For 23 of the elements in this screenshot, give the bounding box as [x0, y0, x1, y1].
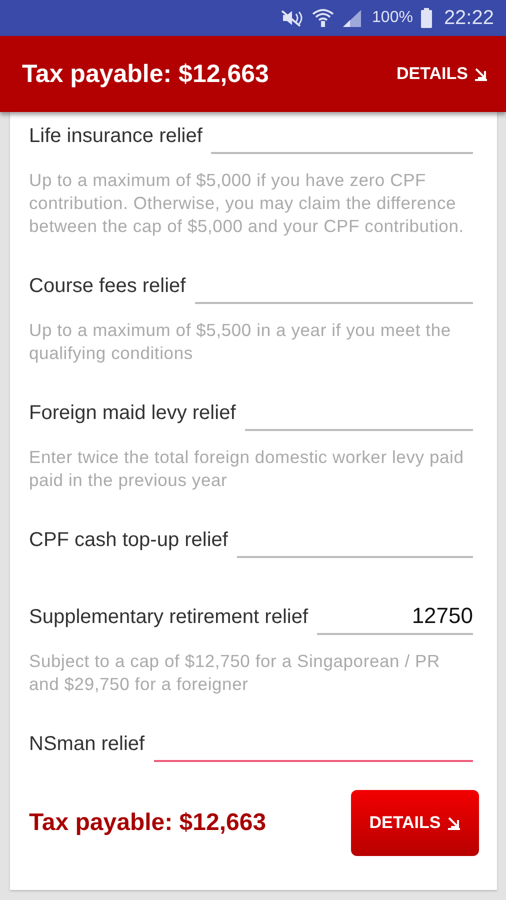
battery-icon — [420, 8, 432, 28]
details-button[interactable]: DETAILS — [392, 58, 492, 90]
field-label: CPF cash top-up relief — [29, 528, 228, 552]
field-label: Supplementary retirement relief — [29, 606, 308, 628]
details-button[interactable]: DETAILS — [351, 790, 479, 856]
field-label: Foreign maid levy relief — [29, 402, 236, 424]
arrow-icon — [446, 816, 461, 830]
arrow-icon — [474, 67, 488, 81]
tax-payable-title: Tax payable: $12,663 — [22, 60, 269, 88]
help-text: Up to a maximum of $5,500 in a year if you meet the qualifying conditions — [29, 319, 452, 365]
help-text: Enter twice the total foreign domestic worker levy paid paid in the previous year — [29, 446, 465, 492]
wifi-icon — [312, 8, 334, 28]
mute-icon — [280, 9, 304, 27]
signal-icon — [342, 9, 362, 27]
tax-payable-total: Tax payable: $12,663 — [29, 809, 266, 837]
help-text: Subject to a cap of $12,750 for a Singaporean / PR and $29,750 for a foreigner — [29, 650, 441, 696]
clock-time: 22:22 — [444, 6, 494, 30]
field-label: Life insurance relief — [29, 124, 202, 148]
field-label: Course fees relief — [29, 274, 186, 298]
input-field[interactable]: 12750 — [317, 599, 473, 635]
field-label: NSman relief — [29, 732, 145, 756]
help-text: Up to a maximum of $5,000 if you have zero CPF contribution. Otherwise, you may claim the difference between the cap of $5,000 and your CPF contribution. — [29, 169, 465, 238]
battery-percentage: 100% — [372, 9, 413, 27]
